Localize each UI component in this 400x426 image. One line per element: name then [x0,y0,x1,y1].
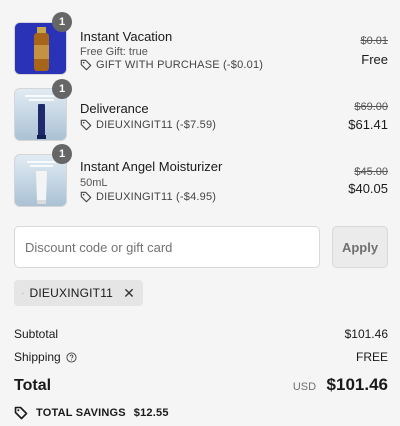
final-price: $40.05 [348,181,388,196]
item-discount-label: DIEUXINGIT11 (-$7.59) [96,119,217,131]
total-savings-label: TOTAL SAVINGS [36,407,126,419]
quantity-badge: 1 [52,144,72,164]
total-row: Total USD $101.46 [14,375,388,395]
applied-discount-chip: DIEUXINGIT11 ✕ [14,280,143,306]
currency-code: USD [292,381,317,393]
item-discount-label: DIEUXINGIT11 (-$4.95) [96,191,217,203]
original-price: $69.00 [354,101,388,113]
item-discount: DIEUXINGIT11 (-$4.95) [80,191,216,203]
tag-icon [14,406,28,420]
final-price: $61.41 [348,117,388,132]
shipping-row: Shipping FREE [14,350,388,364]
original-price: $45.00 [354,166,388,178]
quantity-badge: 1 [52,12,72,32]
original-price: $0.01 [360,35,388,47]
item-discount: DIEUXINGIT11 (-$7.59) [80,119,216,131]
shipping-label: Shipping [14,350,61,364]
subtotal-label: Subtotal [14,327,59,341]
help-circle-icon[interactable] [66,351,77,363]
discount-code-input[interactable] [14,226,320,268]
total-label: Total [14,377,52,394]
item-discount: GIFT WITH PURCHASE (-$0.01) [80,59,263,71]
final-price: Free [361,52,388,67]
total-savings: TOTAL SAVINGS $12.55 [14,406,169,420]
applied-discount-label: DIEUXINGIT11 [29,286,114,300]
total-savings-value: $12.55 [133,407,169,419]
item-name: Instant Angel Moisturizer [80,159,223,174]
total-value: $101.46 [326,375,388,394]
quantity-badge: 1 [52,79,72,99]
tag-icon [80,191,92,203]
tag-icon [80,59,92,71]
remove-discount-icon[interactable]: ✕ [123,285,135,302]
item-name: Deliverance [80,101,149,116]
item-discount-label: GIFT WITH PURCHASE (-$0.01) [96,59,264,71]
subtotal-row: Subtotal $101.46 [14,327,388,341]
item-name: Instant Vacation [80,29,173,44]
tag-icon [22,292,24,294]
subtotal-value: $101.46 [344,327,388,341]
item-detail: Free Gift: true [80,46,148,58]
shipping-value: FREE [355,350,388,364]
item-detail: 50mL [80,177,108,189]
apply-button[interactable]: Apply [332,226,388,268]
tag-icon [80,119,92,131]
